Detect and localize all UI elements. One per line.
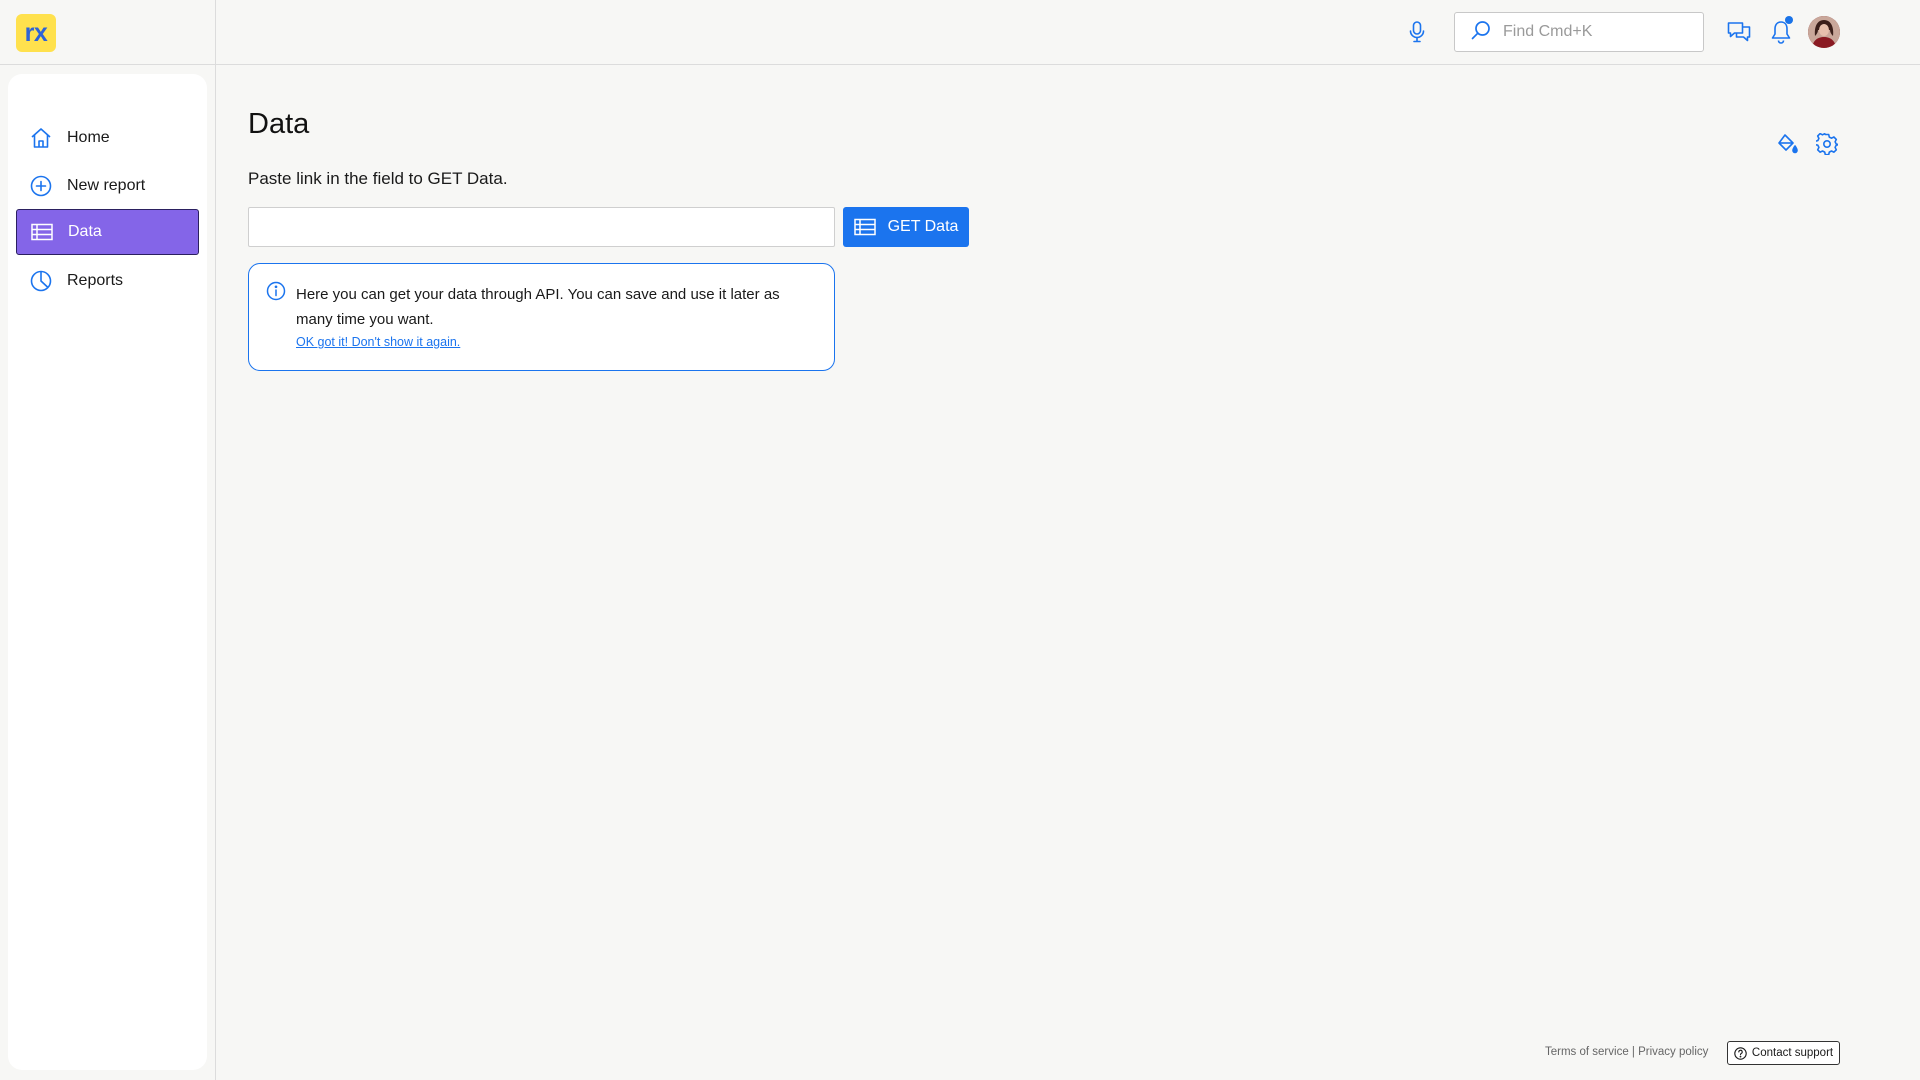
table-icon [853, 218, 876, 236]
pie-chart-icon [30, 270, 52, 292]
sidebar: Home New report Data Reports [8, 74, 207, 1070]
page-subtitle: Paste link in the field to GET Data. [248, 169, 508, 188]
notification-badge [1785, 16, 1793, 24]
sidebar-divider [215, 0, 216, 1080]
info-text: Here you can get your data through API. … [296, 286, 780, 328]
home-icon [30, 127, 52, 149]
contact-support-label: Contact support [1751, 1047, 1834, 1059]
notifications-bell-icon[interactable] [1768, 16, 1794, 46]
page-title: Data [248, 108, 310, 140]
sidebar-item-data[interactable]: Data [16, 209, 199, 255]
sidebar-item-label: Home [67, 129, 110, 146]
search-icon [1471, 20, 1491, 45]
search-box[interactable] [1454, 12, 1704, 52]
table-icon [31, 221, 53, 243]
sidebar-item-new-report[interactable]: New report [16, 163, 199, 209]
paint-bucket-icon[interactable] [1776, 133, 1798, 155]
info-callout: Here you can get your data through API. … [248, 263, 835, 371]
info-icon [266, 281, 286, 301]
sidebar-item-label: Reports [67, 272, 124, 289]
chat-icon[interactable] [1726, 20, 1752, 44]
search-input[interactable] [1503, 23, 1693, 41]
footer-links: Terms of service | Privacy policy [1545, 1046, 1708, 1058]
help-circle-icon [1734, 1046, 1747, 1060]
footer-separator: | [1628, 1046, 1639, 1058]
sidebar-item-label: Data [68, 223, 102, 240]
terms-of-service-link[interactable]: Terms of service [1545, 1046, 1629, 1058]
privacy-policy-link[interactable]: Privacy policy [1638, 1046, 1708, 1058]
top-bar: rx [0, 0, 1920, 65]
get-data-label: GET Data [887, 218, 959, 235]
contact-support-button[interactable]: Contact support [1727, 1041, 1840, 1065]
user-avatar[interactable] [1808, 16, 1840, 48]
dismiss-info-link[interactable]: OK got it! Don't show it again. [296, 335, 460, 349]
get-data-button[interactable]: GET Data [843, 207, 969, 247]
sidebar-item-label: New report [67, 177, 146, 194]
app-logo[interactable]: rx [16, 14, 56, 52]
plus-circle-icon [30, 175, 52, 197]
data-url-input[interactable] [248, 207, 835, 247]
sidebar-item-reports[interactable]: Reports [16, 258, 199, 304]
sidebar-item-home[interactable]: Home [16, 115, 199, 161]
microphone-icon[interactable] [1406, 20, 1428, 44]
settings-gear-icon[interactable] [1814, 132, 1840, 156]
